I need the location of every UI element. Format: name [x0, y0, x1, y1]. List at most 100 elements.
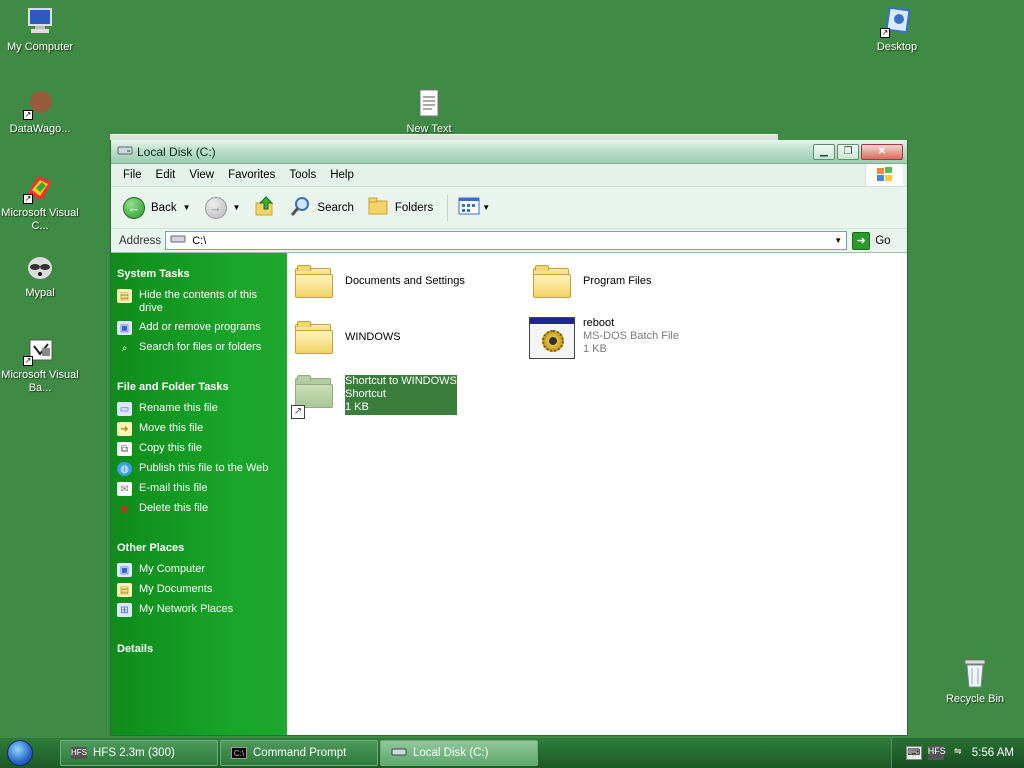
task-copy-file[interactable]: ⧉ Copy this file: [117, 442, 281, 456]
hfs-tray-icon[interactable]: HFS: [927, 746, 946, 760]
desktop-icon-mypal[interactable]: Mypal: [0, 250, 80, 300]
chevron-down-icon[interactable]: ▼: [832, 234, 844, 247]
file-type: MS-DOS Batch File: [583, 330, 679, 342]
file-name: WINDOWS: [345, 331, 401, 343]
folders-icon: [368, 196, 390, 219]
taskbar-button-label: Local Disk (C:): [413, 747, 489, 759]
desktop-icon-my-computer[interactable]: My Computer: [0, 4, 80, 54]
clock[interactable]: 5:56 AM: [972, 747, 1014, 759]
folders-button[interactable]: Folders: [368, 196, 433, 219]
address-label: Address: [119, 234, 162, 247]
minimize-button[interactable]: ▁: [813, 143, 835, 160]
file-item-program-files[interactable]: Program Files: [533, 265, 652, 298]
taskbar-button-label: Command Prompt: [253, 747, 347, 759]
copy-icon: ⧉: [117, 442, 132, 456]
chevron-down-icon[interactable]: ▼: [233, 203, 241, 212]
close-button[interactable]: ✕: [861, 143, 903, 160]
text-document-icon: [412, 86, 446, 120]
go-label: Go: [875, 234, 891, 247]
drive-icon: [391, 747, 407, 759]
title-bar[interactable]: Local Disk (C:) ▁ ❐ ✕: [111, 140, 907, 164]
go-button[interactable]: ➜ Go: [852, 231, 891, 250]
place-my-network[interactable]: ⊞ My Network Places: [117, 603, 281, 617]
raccoon-icon: [23, 250, 57, 284]
menu-help[interactable]: Help: [323, 169, 361, 181]
search-icon: ⌕: [121, 342, 128, 354]
details-title[interactable]: Details: [117, 643, 281, 655]
task-label: Hide the contents of this drive: [139, 289, 258, 314]
place-my-computer[interactable]: ▣ My Computer: [117, 563, 281, 577]
other-places-title[interactable]: Other Places: [117, 542, 281, 554]
visual-studio-icon: ↗: [23, 170, 57, 204]
shortcut-arrow-icon: ↗: [23, 194, 33, 204]
toolbar: ← Back ▼ → ▼ Search Folders ▼: [111, 187, 907, 229]
file-name: Program Files: [583, 275, 652, 287]
menu-file[interactable]: File: [116, 169, 149, 181]
go-arrow-icon: ➜: [852, 231, 871, 250]
file-size: 1 KB: [583, 343, 607, 355]
task-label: Add or remove programs: [139, 321, 261, 333]
selected-file-label: Shortcut to WINDOWS Shortcut 1 KB: [345, 375, 457, 415]
up-folder-icon: [254, 195, 276, 220]
file-item-reboot[interactable]: reboot MS-DOS Batch File 1 KB: [529, 317, 679, 359]
globe-icon: ◍: [117, 462, 132, 476]
menu-view[interactable]: View: [182, 169, 221, 181]
address-value: C:\: [192, 234, 207, 247]
up-button[interactable]: [254, 195, 276, 220]
explorer-window[interactable]: Local Disk (C:) ▁ ❐ ✕ File Edit View Fav…: [110, 140, 908, 736]
task-add-remove-programs[interactable]: ▣ Add or remove programs: [117, 321, 281, 335]
taskbar-button-command-prompt[interactable]: C:\ Command Prompt: [220, 740, 378, 766]
computer-icon: ▣: [117, 563, 132, 577]
task-delete-file[interactable]: ✕ Delete this file: [117, 502, 281, 516]
computer-icon: [23, 4, 57, 38]
desktop-icon-new-text[interactable]: New Text: [389, 86, 469, 136]
views-button[interactable]: ▼: [458, 197, 490, 218]
folder-icon: [295, 321, 333, 354]
taskbar-button-local-disk[interactable]: Local Disk (C:): [380, 740, 538, 766]
task-rename-file[interactable]: ▭ Rename this file: [117, 402, 281, 416]
desktop-icon-desktop[interactable]: ↗ Desktop: [857, 4, 937, 54]
taskbar-button-hfs[interactable]: HFS HFS 2.3m (300): [60, 740, 218, 766]
chevron-down-icon[interactable]: ▼: [482, 203, 490, 212]
task-search-files[interactable]: ⌕ Search for files or folders: [117, 341, 281, 355]
hfs-icon: HFS: [71, 747, 87, 759]
drive-icon: [117, 144, 133, 159]
desktop-icon-label: My Computer: [6, 41, 74, 53]
task-pane: System Tasks ▤ Hide the contents of this…: [111, 253, 287, 735]
file-item-documents-and-settings[interactable]: Documents and Settings: [295, 265, 465, 298]
back-button[interactable]: ← Back ▼: [123, 196, 191, 219]
desktop-icon-visual-basic[interactable]: ↗ Microsoft Visual Ba...: [0, 332, 80, 395]
desktop-icon-visual-c[interactable]: ↗ Microsoft Visual C...: [0, 170, 80, 233]
desktop-icon-recycle-bin[interactable]: Recycle Bin: [935, 656, 1015, 706]
menu-edit[interactable]: Edit: [149, 169, 183, 181]
menu-tools[interactable]: Tools: [282, 169, 323, 181]
toolbar-separator: [447, 194, 449, 221]
file-item-windows[interactable]: WINDOWS: [295, 321, 401, 354]
file-item-shortcut-to-windows[interactable]: ↗ Shortcut to WINDOWS Shortcut 1 KB: [291, 375, 457, 419]
task-email-file[interactable]: ✉ E-mail this file: [117, 482, 281, 496]
menu-bar: File Edit View Favorites Tools Help: [111, 164, 907, 187]
place-label: My Documents: [139, 583, 213, 595]
system-tasks-title[interactable]: System Tasks: [117, 268, 281, 280]
task-label: Delete this file: [139, 502, 209, 514]
task-move-file[interactable]: ➜ Move this file: [117, 422, 281, 436]
place-my-documents[interactable]: ▤ My Documents: [117, 583, 281, 597]
maximize-button[interactable]: ❐: [837, 143, 859, 160]
task-publish-web[interactable]: ◍ Publish this file to the Web: [117, 462, 281, 476]
menu-favorites[interactable]: Favorites: [221, 169, 282, 181]
shortcut-arrow-icon: ↗: [23, 356, 33, 366]
folder-icon: [533, 265, 571, 298]
desktop-icon-datawagon[interactable]: ↗ DataWago...: [0, 86, 80, 136]
forward-button[interactable]: → ▼: [204, 196, 241, 219]
task-label: Publish this file to the Web: [139, 462, 269, 474]
desktop-icon-label: Desktop: [876, 41, 918, 53]
task-label: E-mail this file: [139, 482, 208, 494]
file-folder-tasks-title[interactable]: File and Folder Tasks: [117, 381, 281, 393]
chevron-down-icon[interactable]: ▼: [183, 203, 191, 212]
task-hide-contents[interactable]: ▤ Hide the contents of this drive: [117, 289, 281, 315]
network-tray-icon[interactable]: ⇋: [950, 746, 966, 760]
start-button[interactable]: [0, 738, 40, 768]
search-button[interactable]: Search: [290, 195, 354, 220]
address-input[interactable]: C:\ ▼: [165, 231, 848, 250]
keyboard-icon[interactable]: ⌨: [905, 746, 922, 760]
